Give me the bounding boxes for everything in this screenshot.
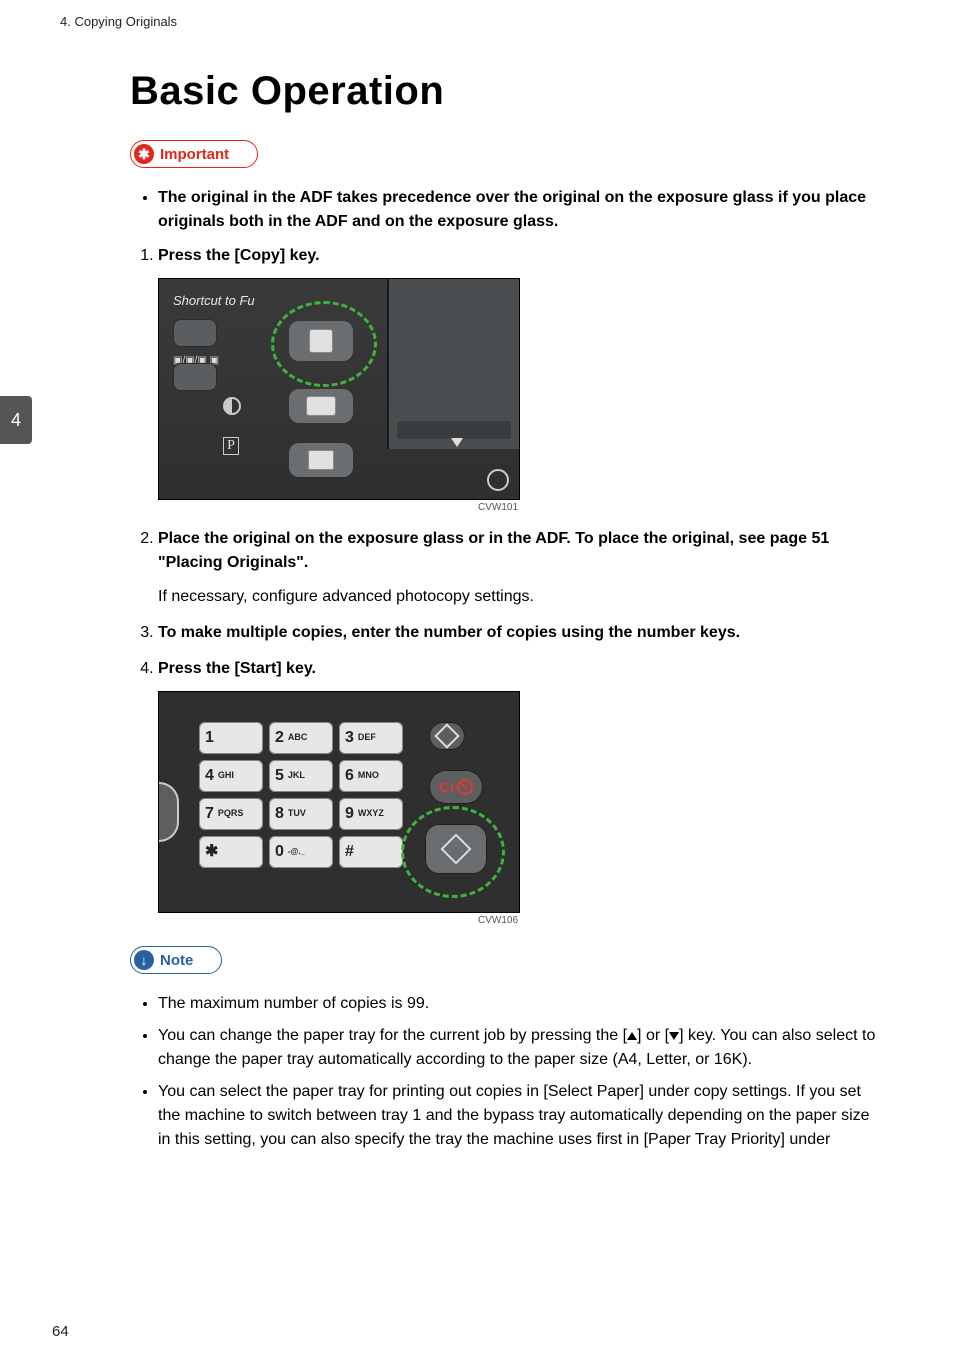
keypad-key-5: 5JKL [269,760,333,792]
important-bullet: The original in the ADF takes precedence… [158,186,879,234]
fig1-lcd-screen [387,279,519,449]
keypad-key-2: 2ABC [269,722,333,754]
page-title: Basic Operation [130,69,879,114]
fig1-highlight-circle [271,301,377,387]
up-arrow-icon [627,1032,637,1040]
step-3-text: To make multiple copies, enter the numbe… [158,621,879,645]
note-bullet-2: You can change the paper tray for the cu… [158,1024,879,1072]
callout-important-label: Important [160,146,229,163]
figure-2: 1 2ABC 3DEF 4GHI 5JKL 6MNO 7PQRS 8TUV 9W… [158,691,879,928]
step-1-text: Press the [Copy] key. [158,244,879,268]
note-bullet-list: The maximum number of copies is 99. You … [130,992,879,1152]
important-icon: ✱ [134,144,154,164]
clear-button: C/ [429,770,483,804]
step-3: To make multiple copies, enter the numbe… [158,621,879,645]
important-bullet-list: The original in the ADF takes precedence… [130,186,879,234]
fig1-shortcut-button [173,319,217,347]
keypad-key-8: 8TUV [269,798,333,830]
steps-list: Press the [Copy] key. Shortcut to Fu ▣/▣… [130,244,879,928]
chevron-down-icon [451,438,463,447]
figure-1-caption: CVW101 [158,500,518,515]
fig1-shortcut-label: Shortcut to Fu [173,291,255,311]
stop-button [429,722,465,750]
p-icon: P [223,437,239,455]
fig2-keypad: 1 2ABC 3DEF 4GHI 5JKL 6MNO 7PQRS 8TUV 9W… [199,722,403,868]
note-bullet-3: You can select the paper tray for printi… [158,1080,879,1152]
down-arrow-icon [669,1032,679,1040]
keypad-key-9: 9WXYZ [339,798,403,830]
step-2-subtext: If necessary, configure advanced photoco… [158,585,879,609]
keypad-key-hash: # [339,836,403,868]
figure-2-caption: CVW106 [158,913,518,928]
step-2-text: Place the original on the exposure glass… [158,527,879,575]
keypad-key-1: 1 [199,722,263,754]
callout-note: ↓ Note [130,946,222,974]
keypad-key-0: 0-@._ [269,836,333,868]
reset-icon [487,469,509,491]
fig2-left-arc [159,782,179,842]
chapter-tab: 4 [0,396,32,444]
step-1: Press the [Copy] key. Shortcut to Fu ▣/▣… [158,244,879,515]
callout-note-label: Note [160,952,193,969]
contrast-icon [223,397,241,415]
note-bullet-1: The maximum number of copies is 99. [158,992,879,1016]
keypad-key-3: 3DEF [339,722,403,754]
running-head: 4. Copying Originals [60,14,899,29]
keypad-key-star: ✱ [199,836,263,868]
id-copy-button [289,389,353,423]
step-2: Place the original on the exposure glass… [158,527,879,609]
step-4-text: Press the [Start] key. [158,657,879,681]
keypad-key-6: 6MNO [339,760,403,792]
figure-1: Shortcut to Fu ▣/▣/▣ ▣ P [158,278,879,515]
keypad-key-7: 7PQRS [199,798,263,830]
fax-button [289,443,353,477]
fig2-highlight-circle [401,806,505,898]
fig1-side-button-2 [173,363,217,391]
page-number: 64 [52,1323,69,1340]
step-4: Press the [Start] key. 1 2ABC 3DEF 4GHI … [158,657,879,928]
callout-important: ✱ Important [130,140,258,168]
note-icon: ↓ [134,950,154,970]
keypad-key-4: 4GHI [199,760,263,792]
